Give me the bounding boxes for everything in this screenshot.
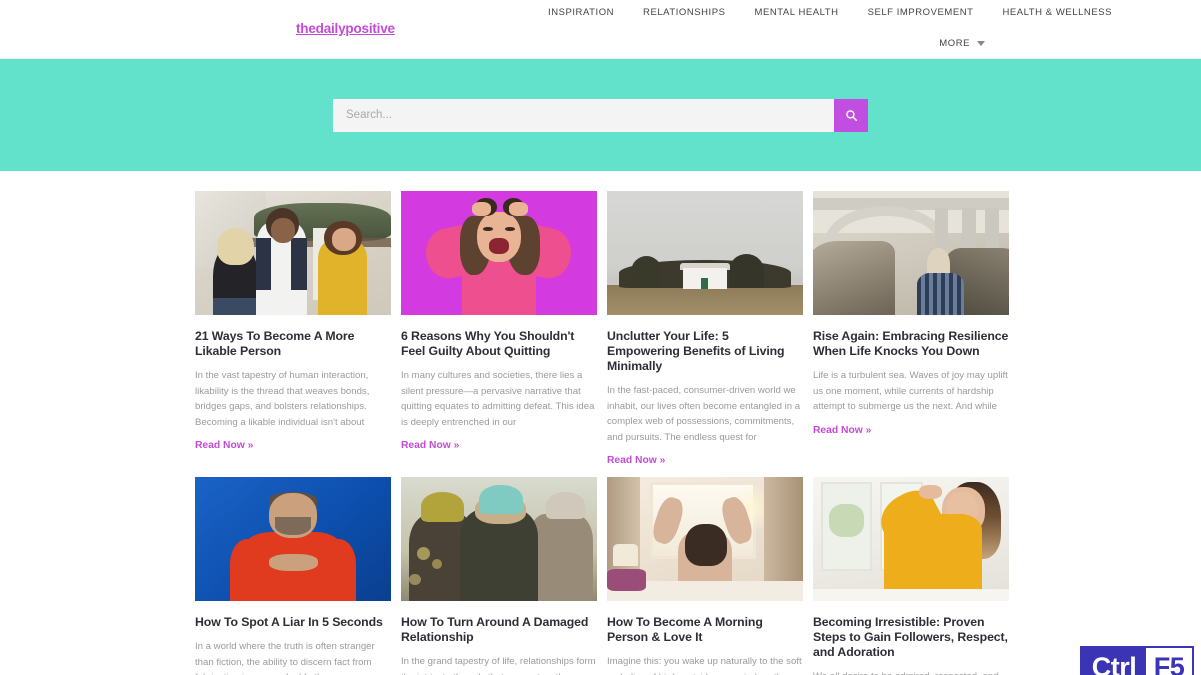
chevron-down-icon bbox=[977, 41, 985, 46]
article-thumbnail[interactable] bbox=[195, 191, 391, 315]
nav-item-self-improvement[interactable]: SELF IMPROVEMENT bbox=[868, 7, 974, 18]
article-excerpt: In many cultures and societies, there li… bbox=[401, 370, 595, 428]
article-title[interactable]: Becoming Irresistible: Proven Steps to G… bbox=[813, 615, 1009, 660]
article-grid: 21 Ways To Become A More Likable Person … bbox=[0, 171, 1201, 675]
white-farmhouse-in-open-field-image bbox=[607, 191, 803, 315]
nav-item-health-wellness[interactable]: HEALTH & WELLNESS bbox=[1003, 7, 1112, 18]
search-input[interactable] bbox=[333, 98, 834, 132]
article-row-2: How To Spot A Liar In 5 Seconds In a wor… bbox=[0, 477, 1201, 675]
read-now-link[interactable]: Read Now » bbox=[607, 455, 665, 466]
article-title[interactable]: Unclutter Your Life: 5 Empowering Benefi… bbox=[607, 329, 803, 374]
article-excerpt: We all desire to be admired, respected, … bbox=[813, 669, 1009, 675]
primary-navigation: INSPIRATION RELATIONSHIPS MENTAL HEALTH … bbox=[548, 7, 1112, 18]
article-card[interactable]: Unclutter Your Life: 5 Empowering Benefi… bbox=[607, 191, 803, 468]
article-title[interactable]: How To Spot A Liar In 5 Seconds bbox=[195, 615, 391, 630]
site-logo[interactable]: thedailypositive bbox=[296, 21, 395, 36]
f5-label: F5 bbox=[1146, 648, 1192, 675]
article-row-1: 21 Ways To Become A More Likable Person … bbox=[0, 191, 1201, 468]
article-card[interactable]: Becoming Irresistible: Proven Steps to G… bbox=[813, 477, 1009, 675]
article-excerpt: Imagine this: you wake up naturally to t… bbox=[607, 656, 802, 675]
article-excerpt: In the vast tapestry of human interactio… bbox=[195, 370, 370, 428]
nav-more-dropdown[interactable]: MORE bbox=[939, 38, 985, 49]
man-in-red-sweater-blue-background-image bbox=[195, 477, 391, 602]
article-thumbnail[interactable] bbox=[607, 477, 803, 602]
search-submit-button[interactable] bbox=[834, 98, 868, 132]
read-now-link[interactable]: Read Now » bbox=[401, 440, 459, 451]
article-title[interactable]: 21 Ways To Become A More Likable Person bbox=[195, 329, 391, 359]
nav-more-label: MORE bbox=[939, 38, 970, 49]
article-card[interactable]: How To Turn Around A Damaged Relationshi… bbox=[401, 477, 597, 675]
article-thumbnail[interactable] bbox=[401, 477, 597, 602]
article-excerpt: In the fast-paced, consumer-driven world… bbox=[607, 385, 801, 443]
search-form bbox=[333, 98, 868, 132]
site-header: thedailypositive INSPIRATION RELATIONSHI… bbox=[0, 0, 1201, 59]
nav-item-relationships[interactable]: RELATIONSHIPS bbox=[643, 7, 725, 18]
read-now-link[interactable]: Read Now » bbox=[195, 440, 253, 451]
ctrl-f5-logo: Ctrl F5 bbox=[1080, 646, 1194, 675]
article-card[interactable]: How To Spot A Liar In 5 Seconds In a wor… bbox=[195, 477, 391, 675]
article-excerpt: Life is a turbulent sea. Waves of joy ma… bbox=[813, 370, 1008, 413]
woman-stretching-in-bed-at-sunrise-image bbox=[607, 477, 803, 602]
article-card[interactable]: How To Become A Morning Person & Love It… bbox=[607, 477, 803, 675]
article-excerpt: In a world where the truth is often stra… bbox=[195, 641, 375, 675]
article-thumbnail[interactable] bbox=[813, 477, 1009, 602]
nav-item-mental-health[interactable]: MENTAL HEALTH bbox=[755, 7, 839, 18]
three-friends-embracing-outdoors-image bbox=[401, 477, 597, 602]
woman-sitting-near-bridge-image bbox=[813, 191, 1009, 315]
search-band bbox=[0, 59, 1201, 171]
article-thumbnail[interactable] bbox=[195, 477, 391, 602]
read-now-link[interactable]: Read Now » bbox=[813, 425, 871, 436]
article-thumbnail[interactable] bbox=[813, 191, 1009, 315]
article-card[interactable]: 6 Reasons Why You Shouldn't Feel Guilty … bbox=[401, 191, 597, 468]
frustrated-woman-pink-background-image bbox=[401, 191, 597, 315]
woman-in-yellow-sweater-pointing-image bbox=[813, 477, 1009, 602]
search-icon bbox=[845, 109, 857, 121]
article-excerpt: In the grand tapestry of life, relations… bbox=[401, 656, 596, 675]
article-card[interactable]: 21 Ways To Become A More Likable Person … bbox=[195, 191, 391, 468]
nav-item-inspiration[interactable]: INSPIRATION bbox=[548, 7, 614, 18]
ctrl-f5-watermark: Ctrl F5 REFRESH YOUR TECH EXPERIENCE. bbox=[1080, 646, 1201, 675]
article-card[interactable]: Rise Again: Embracing Resilience When Li… bbox=[813, 191, 1009, 468]
article-thumbnail[interactable] bbox=[607, 191, 803, 315]
ctrl-label: Ctrl bbox=[1082, 648, 1146, 675]
article-title[interactable]: 6 Reasons Why You Shouldn't Feel Guilty … bbox=[401, 329, 597, 359]
three-people-talking-outdoors-image bbox=[195, 191, 391, 315]
article-title[interactable]: How To Become A Morning Person & Love It bbox=[607, 615, 803, 645]
article-title[interactable]: Rise Again: Embracing Resilience When Li… bbox=[813, 329, 1009, 359]
article-thumbnail[interactable] bbox=[401, 191, 597, 315]
article-title[interactable]: How To Turn Around A Damaged Relationshi… bbox=[401, 615, 597, 645]
